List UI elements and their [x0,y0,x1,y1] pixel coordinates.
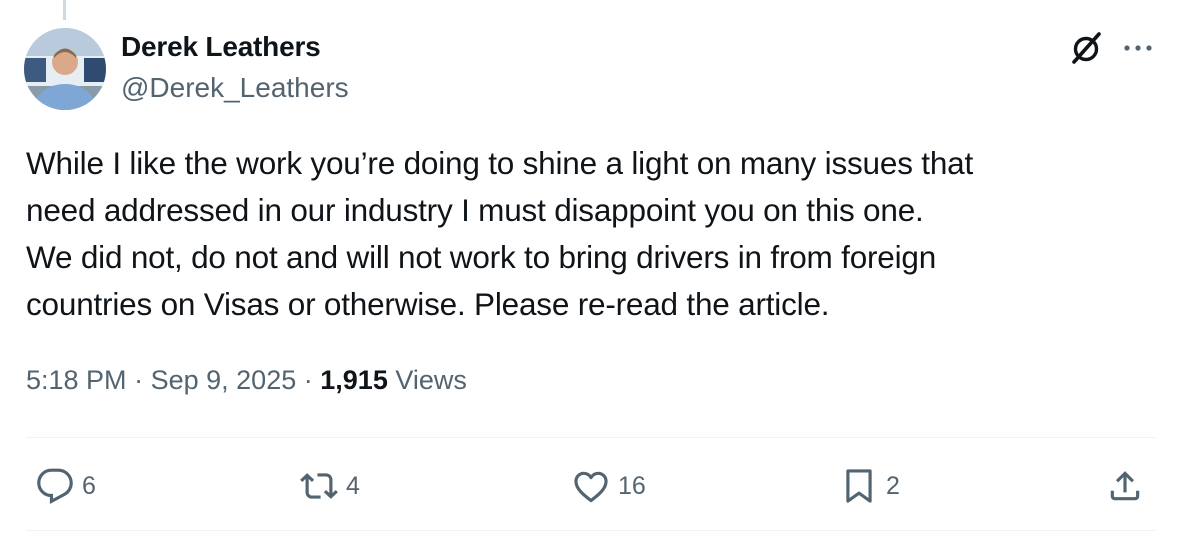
views-label: Views [395,365,467,395]
author-handle[interactable]: @Derek_Leathers [121,72,349,104]
share-button[interactable] [1106,466,1144,506]
thread-connector-line [63,0,66,20]
bookmark-icon [846,469,872,503]
views-count: 1,915 [320,365,388,395]
bookmark-button[interactable]: 2 [840,466,900,506]
tweet-time[interactable]: 5:18 PM [26,365,127,395]
reply-button[interactable]: 6 [36,466,96,506]
tweet-text: While I like the work you’re doing to sh… [26,145,974,322]
reply-count: 6 [82,471,96,500]
repost-button[interactable]: 4 [300,466,360,506]
meta-separator: · [134,365,144,395]
share-icon [1110,471,1140,501]
repost-icon [300,473,338,499]
divider-top [26,437,1156,438]
tweet-metadata: 5:18 PM · Sep 9, 2025 · 1,915 Views [26,365,467,396]
meta-separator: · [303,365,313,395]
divider-bottom [26,530,1156,531]
author-display-name[interactable]: Derek Leathers [121,31,321,63]
like-count: 16 [618,471,646,500]
more-icon[interactable] [1118,30,1158,66]
like-icon [574,471,608,503]
repost-count: 4 [346,471,360,500]
tweet-date[interactable]: Sep 9, 2025 [151,365,297,395]
like-button[interactable]: 16 [572,466,646,506]
reply-icon [37,468,73,505]
bookmark-count: 2 [886,471,900,500]
avatar[interactable] [24,28,106,110]
grok-icon[interactable] [1066,28,1106,68]
